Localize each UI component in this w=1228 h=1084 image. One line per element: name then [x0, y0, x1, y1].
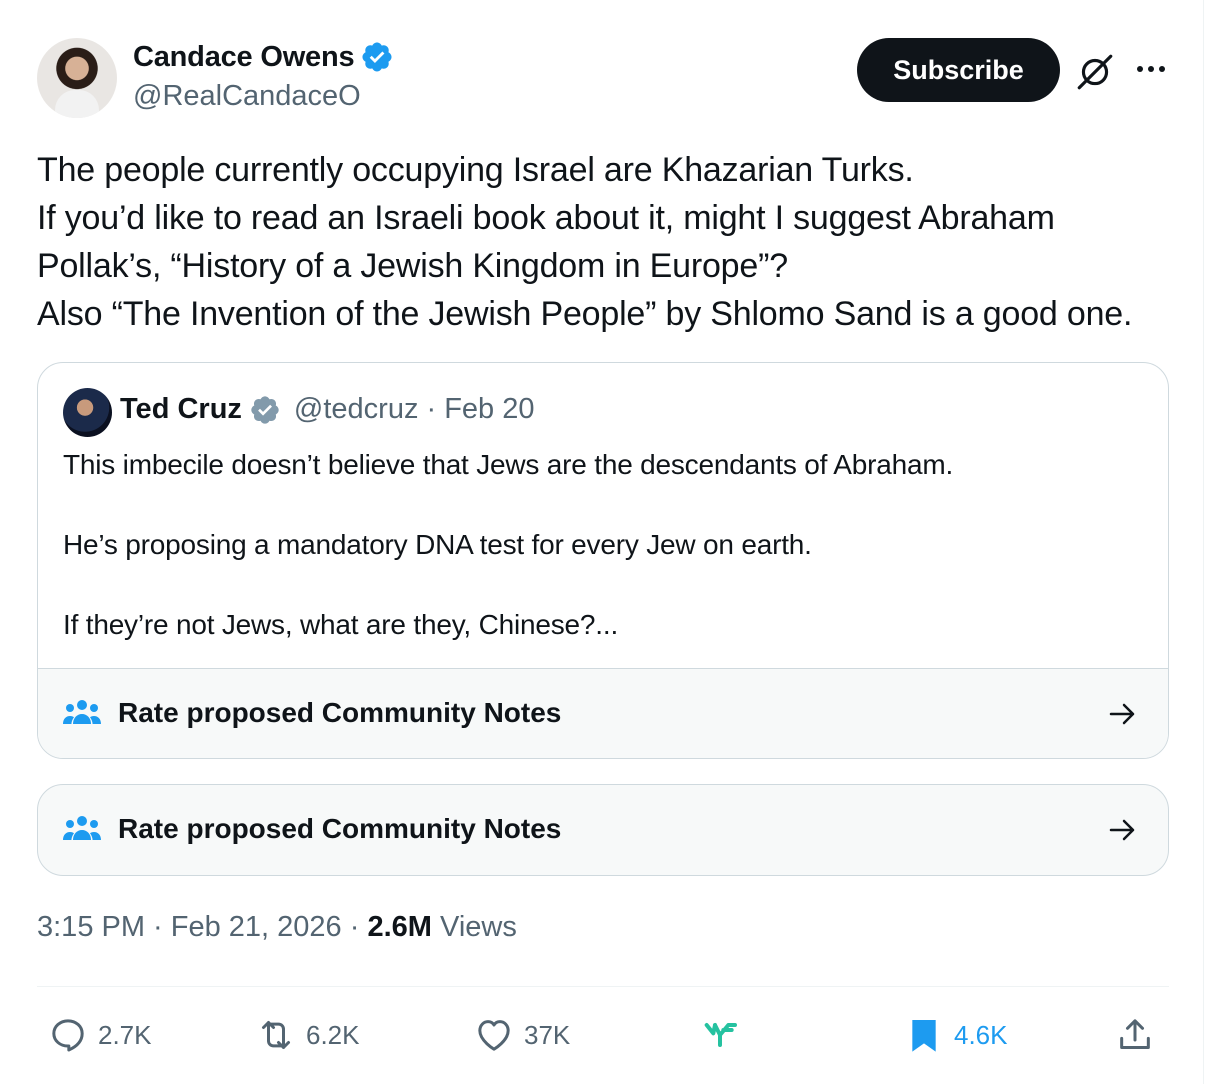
divider: [37, 986, 1169, 987]
views-count: 2.6M: [367, 911, 432, 943]
grok-slash-icon[interactable]: [1074, 50, 1116, 92]
share-icon: [1120, 1019, 1150, 1049]
subscribe-button[interactable]: Subscribe: [857, 38, 1060, 102]
grok-analytics-button[interactable]: [700, 1012, 740, 1058]
bookmark-icon: [912, 1020, 936, 1052]
quoted-author-avatar[interactable]: [63, 388, 112, 437]
people-icon: [63, 816, 101, 840]
verified-badge-icon: [362, 42, 392, 72]
government-badge-icon: [251, 395, 279, 424]
author-display-name[interactable]: Candace Owens: [133, 41, 355, 74]
heart-icon: [478, 1020, 510, 1051]
tweet-line: If you’d like to read an Israeli book ab…: [37, 199, 1055, 237]
arrow-right-icon: [1109, 703, 1135, 725]
author-handle[interactable]: @RealCandaceO: [133, 80, 361, 113]
quoted-paragraph: This imbecile doesn’t believe that Jews …: [63, 449, 954, 480]
repost-button[interactable]: 6.2K: [256, 1012, 360, 1058]
reply-icon: [52, 1019, 84, 1052]
community-notes-button[interactable]: Rate proposed Community Notes: [37, 784, 1169, 876]
author-name-row[interactable]: Candace Owens: [133, 40, 394, 74]
grok-analytics-icon: [704, 1023, 737, 1047]
like-button[interactable]: 37K: [474, 1012, 570, 1058]
repost-count: 6.2K: [306, 1019, 360, 1050]
reply-button[interactable]: 2.7K: [48, 1012, 152, 1058]
community-notes-label: Rate proposed Community Notes: [118, 813, 562, 844]
bookmark-count: 4.6K: [954, 1019, 1008, 1050]
timestamp-row: 3:15 PM · Feb 21, 2026 · 2.6M Views: [37, 911, 517, 944]
quoted-notes-label: Rate proposed Community Notes: [118, 697, 562, 728]
quoted-paragraph: He’s proposing a mandatory DNA test for …: [63, 529, 812, 560]
quoted-tweet-header: Ted Cruz @tedcruz · Feb 20: [120, 393, 535, 426]
tweet-line: The people currently occupying Israel ar…: [37, 151, 914, 189]
like-count: 37K: [524, 1019, 571, 1050]
share-button[interactable]: [1115, 1012, 1155, 1058]
quoted-author-name[interactable]: Ted Cruz: [120, 393, 242, 426]
more-icon[interactable]: [1134, 54, 1168, 84]
tweet-line: Pollak’s, “History of a Jewish Kingdom i…: [37, 247, 788, 285]
quoted-community-notes-button[interactable]: Rate proposed Community Notes: [38, 668, 1168, 758]
quoted-tweet-body: This imbecile doesn’t believe that Jews …: [63, 445, 1143, 645]
views-label: Views: [431, 911, 517, 943]
repost-icon: [262, 1021, 290, 1049]
tweet-detail: Candace Owens @RealCandaceO Subscribe Th…: [0, 0, 1204, 1084]
quoted-handle-date: @tedcruz · Feb 20: [293, 393, 535, 425]
arrow-right-icon: [1109, 819, 1135, 841]
quoted-tweet-card[interactable]: Ted Cruz @tedcruz · Feb 20 This imbecile…: [37, 362, 1169, 759]
reply-count: 2.7K: [98, 1019, 152, 1050]
author-avatar[interactable]: [37, 38, 117, 118]
bookmark-button[interactable]: 4.6K: [904, 1012, 1008, 1058]
tweet-text: The people currently occupying Israel ar…: [37, 146, 1187, 338]
tweet-line: Also “The Invention of the Jewish People…: [37, 295, 1133, 333]
people-icon: [63, 700, 101, 724]
timestamp[interactable]: 3:15 PM · Feb 21, 2026 ·: [37, 911, 367, 943]
quoted-paragraph: If they’re not Jews, what are they, Chin…: [63, 609, 619, 640]
